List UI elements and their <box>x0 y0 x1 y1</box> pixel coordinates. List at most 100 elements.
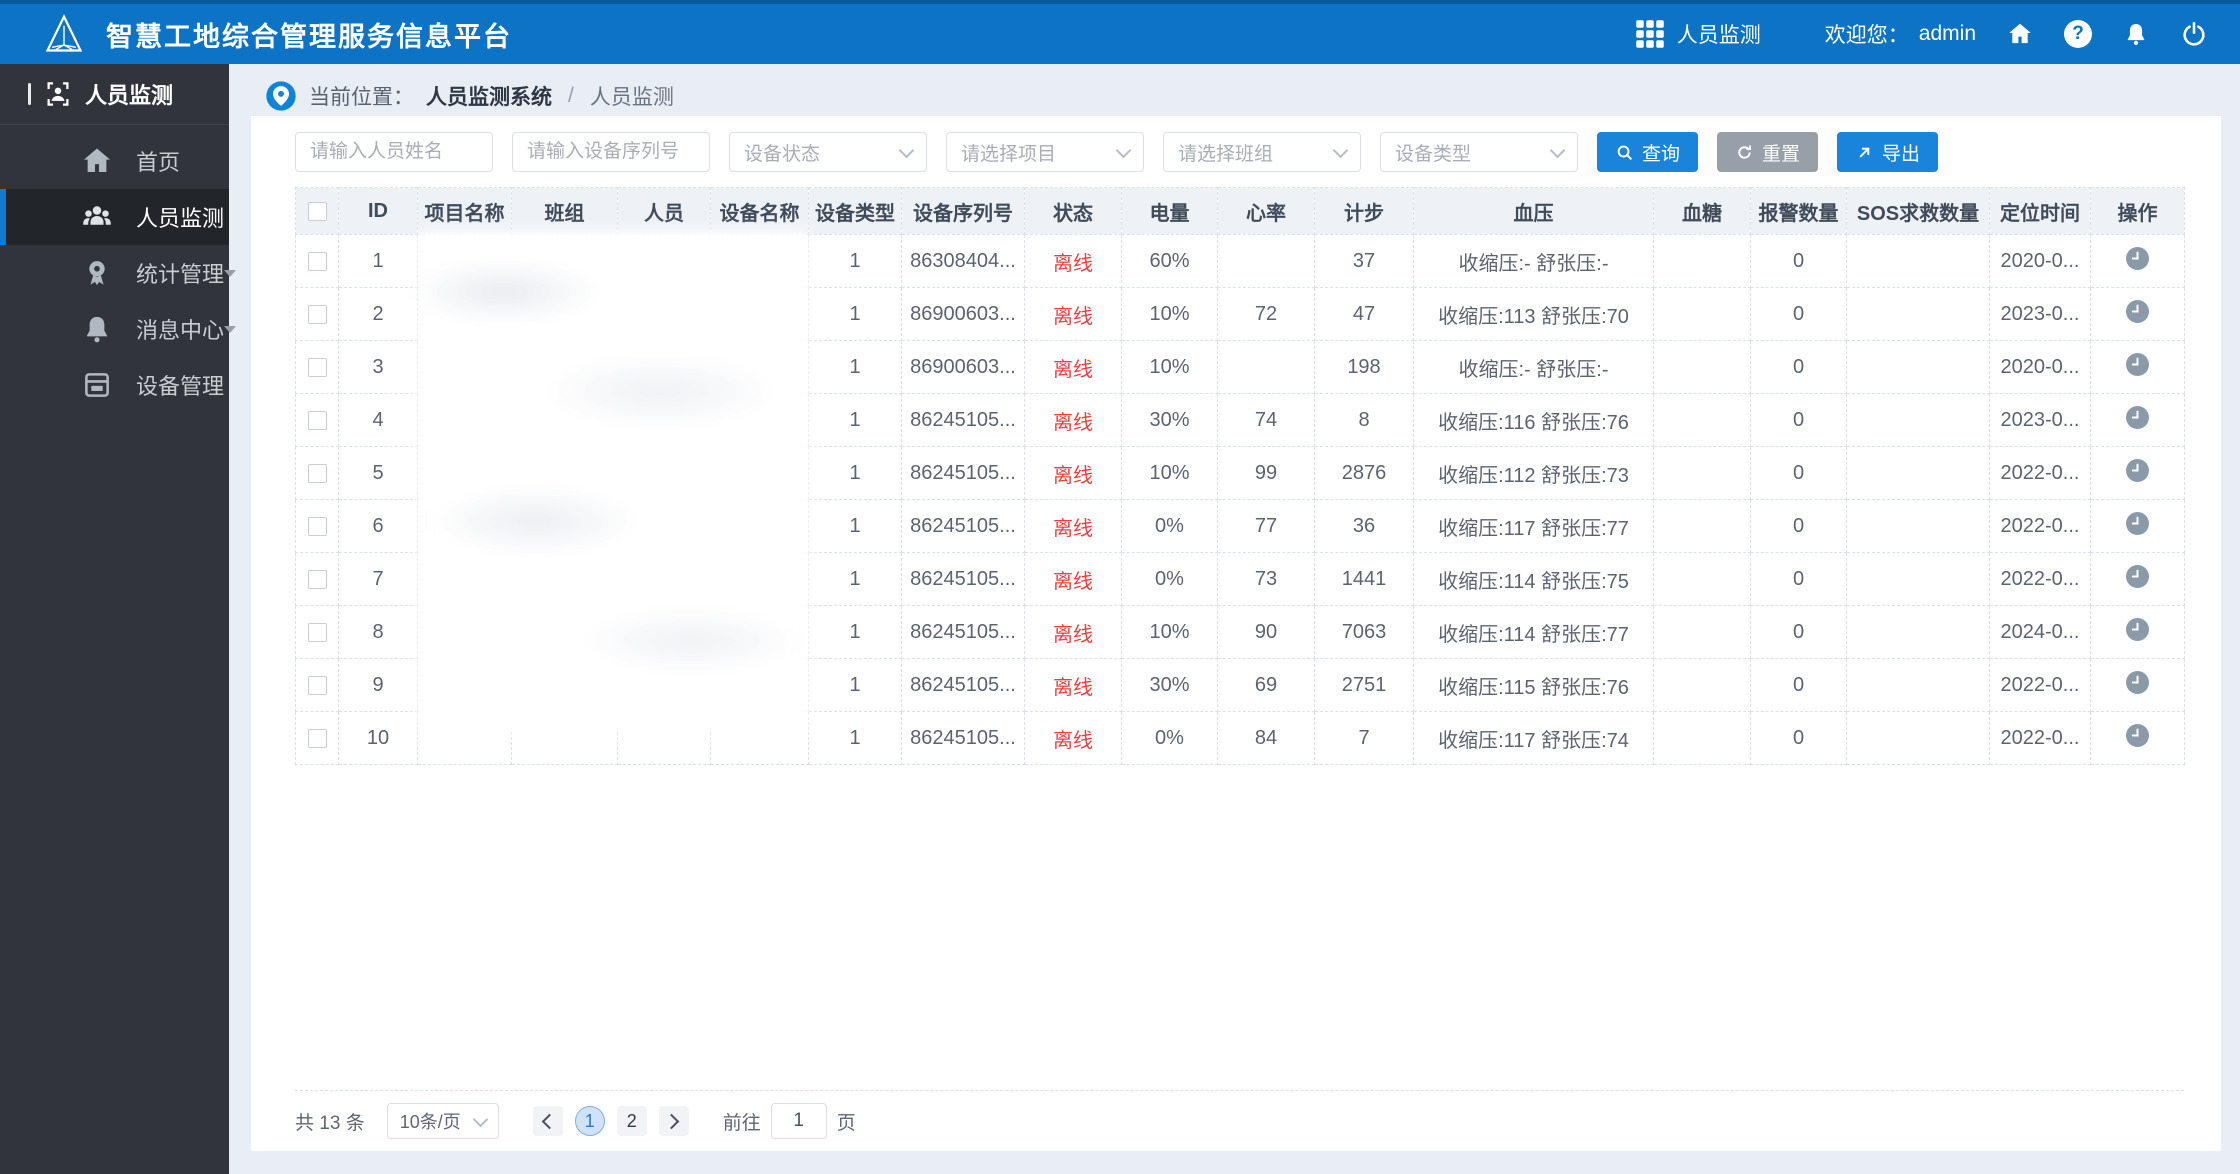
cell-action <box>2091 712 2185 765</box>
history-clock-icon[interactable] <box>2126 565 2149 588</box>
history-clock-icon[interactable] <box>2126 406 2149 429</box>
filter-select-2[interactable]: 请选择班组 <box>1163 132 1361 172</box>
chevron-down-icon <box>1550 142 1566 158</box>
history-clock-icon[interactable] <box>2126 724 2149 747</box>
prev-page-button[interactable] <box>533 1106 563 1136</box>
cell-heart_rate: 74 <box>1218 394 1315 447</box>
section-bar <box>28 83 31 105</box>
filter-select-3[interactable]: 设备类型 <box>1380 132 1578 172</box>
cell-battery: 0% <box>1122 712 1218 765</box>
next-page-button[interactable] <box>659 1106 689 1136</box>
history-clock-icon[interactable] <box>2126 353 2149 376</box>
person-name-input[interactable] <box>295 132 493 172</box>
cell-heart_rate <box>1218 341 1315 394</box>
sidebar-item-0[interactable]: 首页 <box>0 133 229 189</box>
row-checkbox[interactable] <box>308 305 327 324</box>
apps-grid-icon <box>1635 19 1665 49</box>
stats-badge-icon <box>80 256 114 290</box>
sidebar-item-3[interactable]: 消息中心 <box>0 301 229 357</box>
cell-blood_pressure: 收缩压:116 舒张压:76 <box>1414 394 1654 447</box>
cell-battery: 10% <box>1122 447 1218 500</box>
cell-id: 5 <box>339 447 418 500</box>
sidebar-item-1[interactable]: 人员监测 <box>0 189 229 245</box>
page-button-2[interactable]: 2 <box>617 1106 647 1136</box>
row-checkbox[interactable] <box>308 464 327 483</box>
row-checkbox[interactable] <box>308 570 327 589</box>
cell-id: 10 <box>339 712 418 765</box>
cell-located_at: 2023-0... <box>1990 394 2091 447</box>
sidebar-item-4[interactable]: 设备管理 <box>0 357 229 413</box>
column-header: 设备类型 <box>809 188 902 235</box>
column-header: 设备序列号 <box>902 188 1025 235</box>
cell-id: 4 <box>339 394 418 447</box>
cell-team <box>512 712 618 765</box>
cell-serial: 86308404... <box>902 235 1025 288</box>
cell-sos_count <box>1847 712 1990 765</box>
cell-status: 离线 <box>1025 553 1122 606</box>
cell-action <box>2091 341 2185 394</box>
help-icon[interactable]: ? <box>2064 20 2092 48</box>
row-select-cell <box>296 341 339 394</box>
history-clock-icon[interactable] <box>2126 300 2149 323</box>
sidebar-section-header: 人员监测 <box>0 64 229 124</box>
cell-located_at: 2024-0... <box>1990 606 2091 659</box>
page-size-select[interactable]: 10条/页 <box>387 1103 499 1139</box>
row-checkbox[interactable] <box>308 517 327 536</box>
cell-steps: 2876 <box>1315 447 1414 500</box>
row-checkbox[interactable] <box>308 411 327 430</box>
pagination: 共 13 条 10条/页 12 前往 页 <box>295 1103 856 1139</box>
cell-project <box>418 447 512 500</box>
row-checkbox[interactable] <box>308 729 327 748</box>
history-clock-icon[interactable] <box>2126 247 2149 270</box>
row-checkbox[interactable] <box>308 623 327 642</box>
history-clock-icon[interactable] <box>2126 671 2149 694</box>
cell-device_name <box>711 606 809 659</box>
home-icon[interactable] <box>2006 20 2034 48</box>
notification-bell-icon[interactable] <box>2122 20 2150 48</box>
history-clock-icon[interactable] <box>2126 512 2149 535</box>
cell-located_at: 2022-0... <box>1990 553 2091 606</box>
row-checkbox[interactable] <box>308 252 327 271</box>
row-select-cell <box>296 500 339 553</box>
cell-blood_pressure: 收缩压:117 舒张压:77 <box>1414 500 1654 553</box>
cell-status: 离线 <box>1025 500 1122 553</box>
row-checkbox[interactable] <box>308 676 327 695</box>
reset-button[interactable]: 重置 <box>1717 132 1818 172</box>
device-icon <box>80 368 114 402</box>
cell-battery: 10% <box>1122 606 1218 659</box>
breadcrumb: 当前位置： 人员监测系统 / 人员监测 <box>265 77 674 115</box>
power-icon[interactable] <box>2180 20 2208 48</box>
cell-project <box>418 288 512 341</box>
goto-page-input[interactable] <box>771 1103 827 1139</box>
history-clock-icon[interactable] <box>2126 618 2149 641</box>
breadcrumb-separator: / <box>568 84 574 108</box>
cell-blood_pressure: 收缩压:- 舒张压:- <box>1414 235 1654 288</box>
cell-located_at: 2022-0... <box>1990 500 2091 553</box>
row-select-cell <box>296 288 339 341</box>
page-button-1[interactable]: 1 <box>575 1106 605 1136</box>
breadcrumb-root[interactable]: 人员监测系统 <box>426 81 552 111</box>
sidebar-item-2[interactable]: 统计管理 <box>0 245 229 301</box>
module-label: 人员监测 <box>1677 19 1761 49</box>
cell-team <box>512 288 618 341</box>
cell-device_type: 1 <box>809 288 902 341</box>
cell-project <box>418 553 512 606</box>
cell-battery: 10% <box>1122 341 1218 394</box>
filter-bar: 设备状态请选择项目请选择班组设备类型 查询 重置 导出 <box>295 132 1938 172</box>
cell-battery: 10% <box>1122 288 1218 341</box>
cell-located_at: 2020-0... <box>1990 235 2091 288</box>
cell-alarm_count: 0 <box>1751 500 1847 553</box>
cell-status: 离线 <box>1025 447 1122 500</box>
search-button[interactable]: 查询 <box>1597 132 1698 172</box>
device-serial-input[interactable] <box>512 132 710 172</box>
export-button[interactable]: 导出 <box>1837 132 1938 172</box>
select-all-checkbox[interactable] <box>308 202 327 221</box>
filter-select-0[interactable]: 设备状态 <box>729 132 927 172</box>
cell-person <box>618 447 711 500</box>
cell-sos_count <box>1847 235 1990 288</box>
module-switcher[interactable]: 人员监测 <box>1635 19 1761 49</box>
history-clock-icon[interactable] <box>2126 459 2149 482</box>
row-checkbox[interactable] <box>308 358 327 377</box>
filter-select-1[interactable]: 请选择项目 <box>946 132 1144 172</box>
export-arrow-icon <box>1855 143 1874 162</box>
